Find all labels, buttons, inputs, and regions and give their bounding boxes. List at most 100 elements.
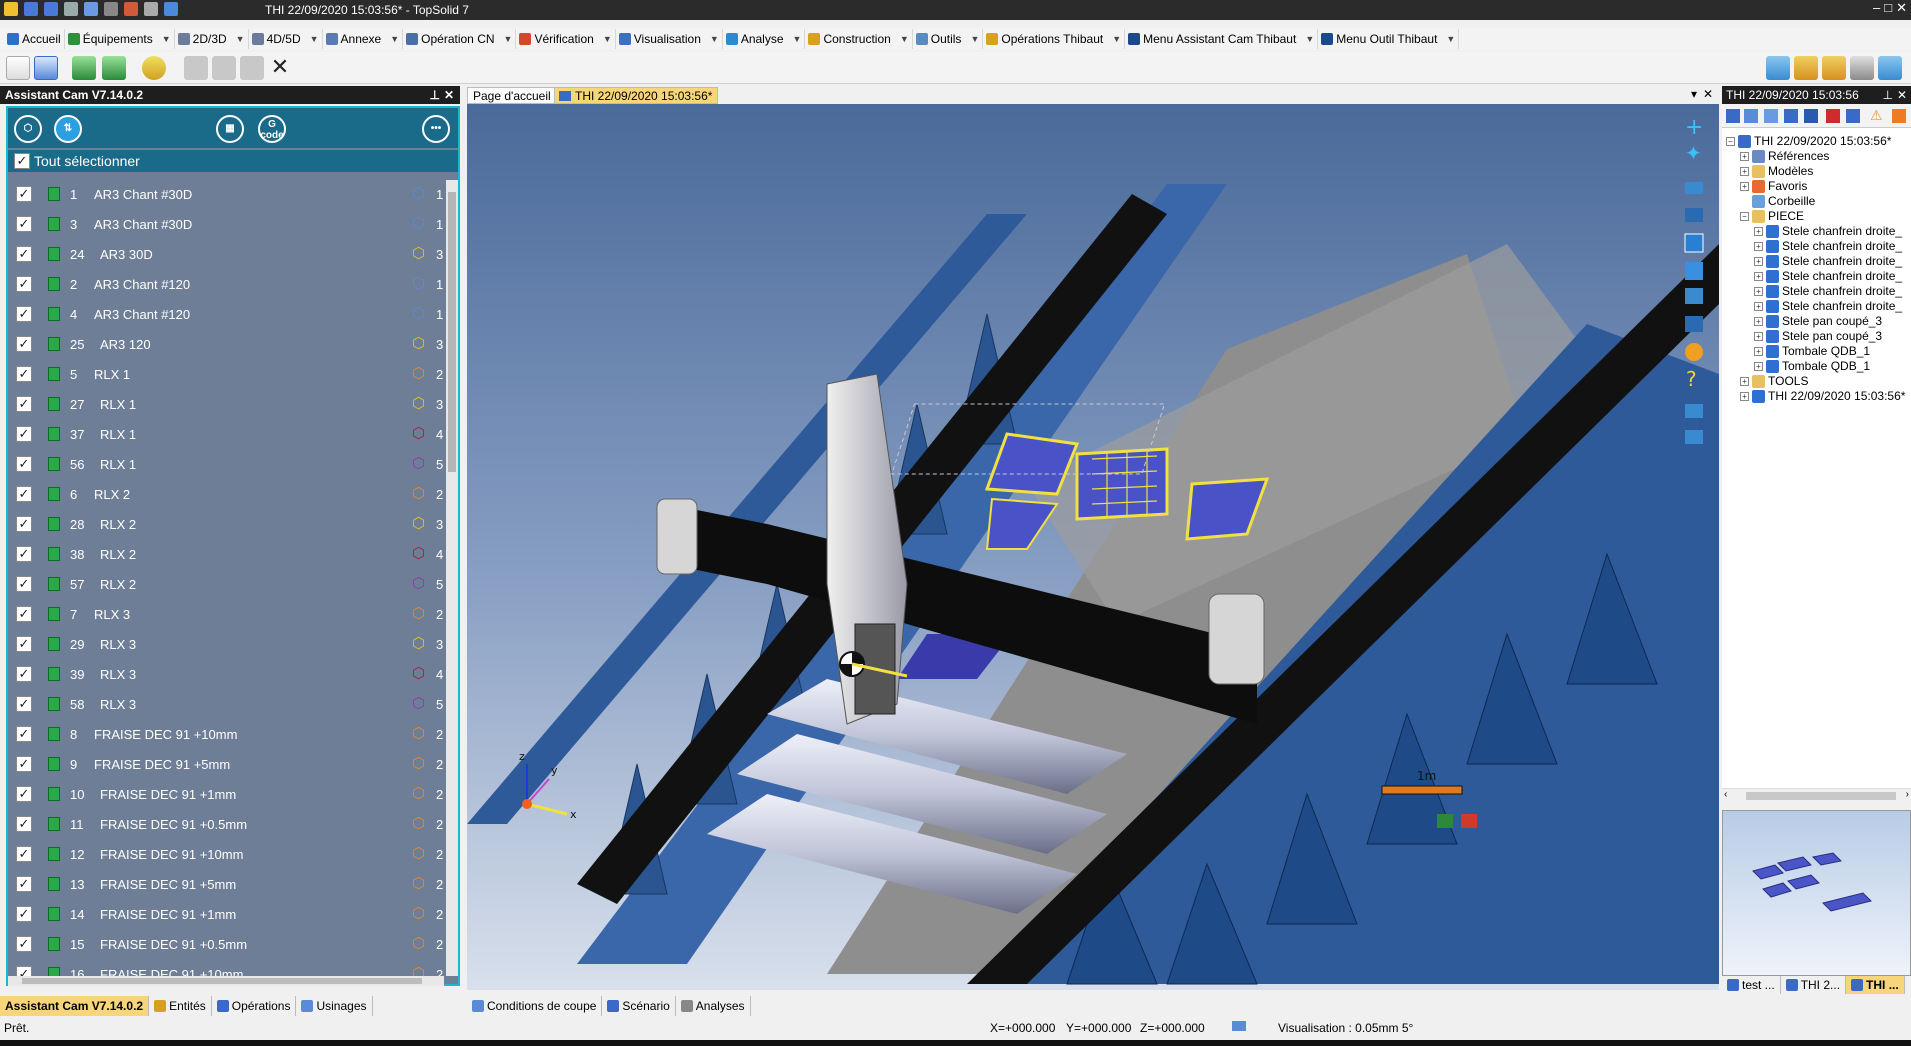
expand-icon[interactable]: + [1754, 346, 1763, 356]
operation-checkbox[interactable]: ✓ [16, 396, 32, 412]
operation-row[interactable]: ✓ 25 AR3 120 ⬡ 3 [8, 330, 444, 360]
operation-checkbox[interactable]: ✓ [16, 246, 32, 262]
operation-checkbox[interactable]: ✓ [16, 876, 32, 892]
select-all-checkbox[interactable]: ✓ [14, 153, 30, 169]
operation-row[interactable]: ✓ 28 RLX 2 ⬡ 3 [8, 510, 444, 540]
tools-icon-4[interactable] [1850, 56, 1874, 80]
menu-item[interactable]: Opération CN ▼ [403, 29, 517, 49]
tab-scenario[interactable]: Scénario [602, 996, 676, 1016]
tools-icon-1[interactable] [1766, 56, 1790, 80]
tab-analyses[interactable]: Analyses [676, 996, 751, 1016]
operation-checkbox[interactable]: ✓ [16, 696, 32, 712]
tree-tool-icon[interactable] [1846, 109, 1860, 123]
operation-row[interactable]: ✓ 11 FRAISE DEC 91 +0.5mm ⬡ 2 [8, 810, 444, 840]
operation-checkbox[interactable]: ✓ [16, 906, 32, 922]
operation-checkbox[interactable]: ✓ [16, 756, 32, 772]
expand-icon[interactable]: + [1754, 316, 1763, 326]
chevron-down-icon[interactable]: ▼ [793, 34, 802, 44]
menu-item[interactable]: Menu Assistant Cam Thibaut ▼ [1125, 29, 1319, 49]
operations-list-scrollbar[interactable] [446, 180, 458, 976]
update-document-icon[interactable] [142, 56, 166, 80]
operation-checkbox[interactable]: ✓ [16, 726, 32, 742]
chevron-down-icon[interactable]: ▼ [236, 34, 245, 44]
operation-row[interactable]: ✓ 16 FRAISE DEC 91 +10mm ⬡ 2 [8, 960, 444, 976]
tab-home-page[interactable]: Page d'accueil [467, 87, 557, 104]
copy-icon[interactable] [212, 56, 236, 80]
chevron-down-icon[interactable]: ▼ [390, 34, 399, 44]
left-panel-tab[interactable]: Usinages [296, 996, 373, 1016]
scrollbar-thumb[interactable] [448, 192, 456, 472]
delete-icon[interactable]: ✕ [268, 56, 292, 80]
operation-row[interactable]: ✓ 9 FRAISE DEC 91 +5mm ⬡ 2 [8, 750, 444, 780]
check-in-icon[interactable] [72, 56, 96, 80]
operation-row[interactable]: ✓ 10 FRAISE DEC 91 +1mm ⬡ 2 [8, 780, 444, 810]
maximize-button[interactable]: □ [1884, 0, 1892, 16]
operation-checkbox[interactable]: ✓ [16, 546, 32, 562]
save-all-icon[interactable] [44, 2, 58, 16]
gcode-icon[interactable]: G code [258, 115, 286, 143]
refresh-icon[interactable] [144, 2, 158, 16]
right-panel-tab[interactable]: test ... [1722, 976, 1781, 994]
expand-icon[interactable]: + [1754, 241, 1763, 251]
operation-row[interactable]: ✓ 3 AR3 Chant #30D ⬡ 1 [8, 210, 444, 240]
collapse-icon[interactable]: − [1726, 136, 1735, 146]
print-icon[interactable] [64, 2, 78, 16]
sort-icon[interactable]: ⇅ [54, 115, 82, 143]
operation-row[interactable]: ✓ 8 FRAISE DEC 91 +10mm ⬡ 2 [8, 720, 444, 750]
undo-icon[interactable] [84, 2, 98, 16]
hscrollbar-thumb[interactable] [22, 978, 422, 984]
menu-item[interactable]: Annexe ▼ [323, 29, 404, 49]
menu-item[interactable]: Équipements ▼ [65, 29, 175, 49]
cube-view-icon[interactable]: ⬡ [14, 115, 42, 143]
operation-checkbox[interactable]: ✓ [16, 336, 32, 352]
redo-icon[interactable] [104, 2, 118, 16]
operation-checkbox[interactable]: ✓ [16, 186, 32, 202]
operation-checkbox[interactable]: ✓ [16, 636, 32, 652]
right-panel-tab[interactable]: THI 2... [1781, 976, 1847, 994]
tree-node[interactable]: + THI 22/09/2020 15:03:56* [1740, 387, 1905, 405]
menu-item[interactable]: 4D/5D ▼ [249, 29, 323, 49]
chevron-down-icon[interactable]: ▼ [970, 34, 979, 44]
expand-icon[interactable]: + [1740, 151, 1749, 161]
operation-checkbox[interactable]: ✓ [16, 786, 32, 802]
operation-row[interactable]: ✓ 1 AR3 Chant #30D ⬡ 1 [8, 180, 444, 210]
menu-item[interactable]: Visualisation ▼ [616, 29, 723, 49]
select-all-row[interactable]: ✓ Tout sélectionner [8, 150, 458, 172]
calculator-icon[interactable]: ▦ [216, 115, 244, 143]
chevron-down-icon[interactable]: ▼ [162, 34, 171, 44]
pin-icon[interactable]: ⊥ [1883, 86, 1893, 104]
operation-row[interactable]: ✓ 14 FRAISE DEC 91 +1mm ⬡ 2 [8, 900, 444, 930]
operation-row[interactable]: ✓ 5 RLX 1 ⬡ 2 [8, 360, 444, 390]
chevron-down-icon[interactable]: ▼ [1446, 34, 1455, 44]
save-icon[interactable] [24, 2, 38, 16]
operation-checkbox[interactable]: ✓ [16, 216, 32, 232]
chevron-down-icon[interactable]: ▼ [710, 34, 719, 44]
chevron-down-icon[interactable]: ▼ [1305, 34, 1314, 44]
left-panel-tab[interactable]: Opérations [212, 996, 297, 1016]
left-panel-tab[interactable]: Assistant Cam V7.14.0.2 [0, 996, 150, 1016]
left-panel-tab[interactable]: Entités [149, 996, 212, 1016]
operation-row[interactable]: ✓ 6 RLX 2 ⬡ 2 [8, 480, 444, 510]
operation-checkbox[interactable]: ✓ [16, 276, 32, 292]
operation-row[interactable]: ✓ 37 RLX 1 ⬡ 4 [8, 420, 444, 450]
operation-row[interactable]: ✓ 39 RLX 3 ⬡ 4 [8, 660, 444, 690]
menu-item[interactable]: Vérification ▼ [516, 29, 616, 49]
close-panel-icon[interactable]: ✕ [444, 86, 454, 104]
operations-list-hscrollbar[interactable] [8, 976, 444, 986]
more-options-icon[interactable]: ••• [422, 115, 450, 143]
tree-tool-icon[interactable] [1744, 109, 1758, 123]
menu-item[interactable]: Menu Outil Thibaut ▼ [1318, 29, 1460, 49]
operation-checkbox[interactable]: ✓ [16, 606, 32, 622]
tools-icon-3[interactable] [1822, 56, 1846, 80]
expand-icon[interactable]: + [1740, 166, 1749, 176]
operation-checkbox[interactable]: ✓ [16, 306, 32, 322]
operation-checkbox[interactable]: ✓ [16, 576, 32, 592]
collapse-icon[interactable]: − [1740, 211, 1749, 221]
chevron-down-icon[interactable]: ▼ [603, 34, 612, 44]
operation-checkbox[interactable]: ✓ [16, 666, 32, 682]
tree-tool-icon[interactable] [1726, 109, 1740, 123]
menu-item[interactable]: 2D/3D ▼ [175, 29, 249, 49]
tree-tool-icon[interactable] [1892, 109, 1906, 123]
expand-icon[interactable]: + [1754, 301, 1763, 311]
chevron-down-icon[interactable]: ▼ [504, 34, 513, 44]
